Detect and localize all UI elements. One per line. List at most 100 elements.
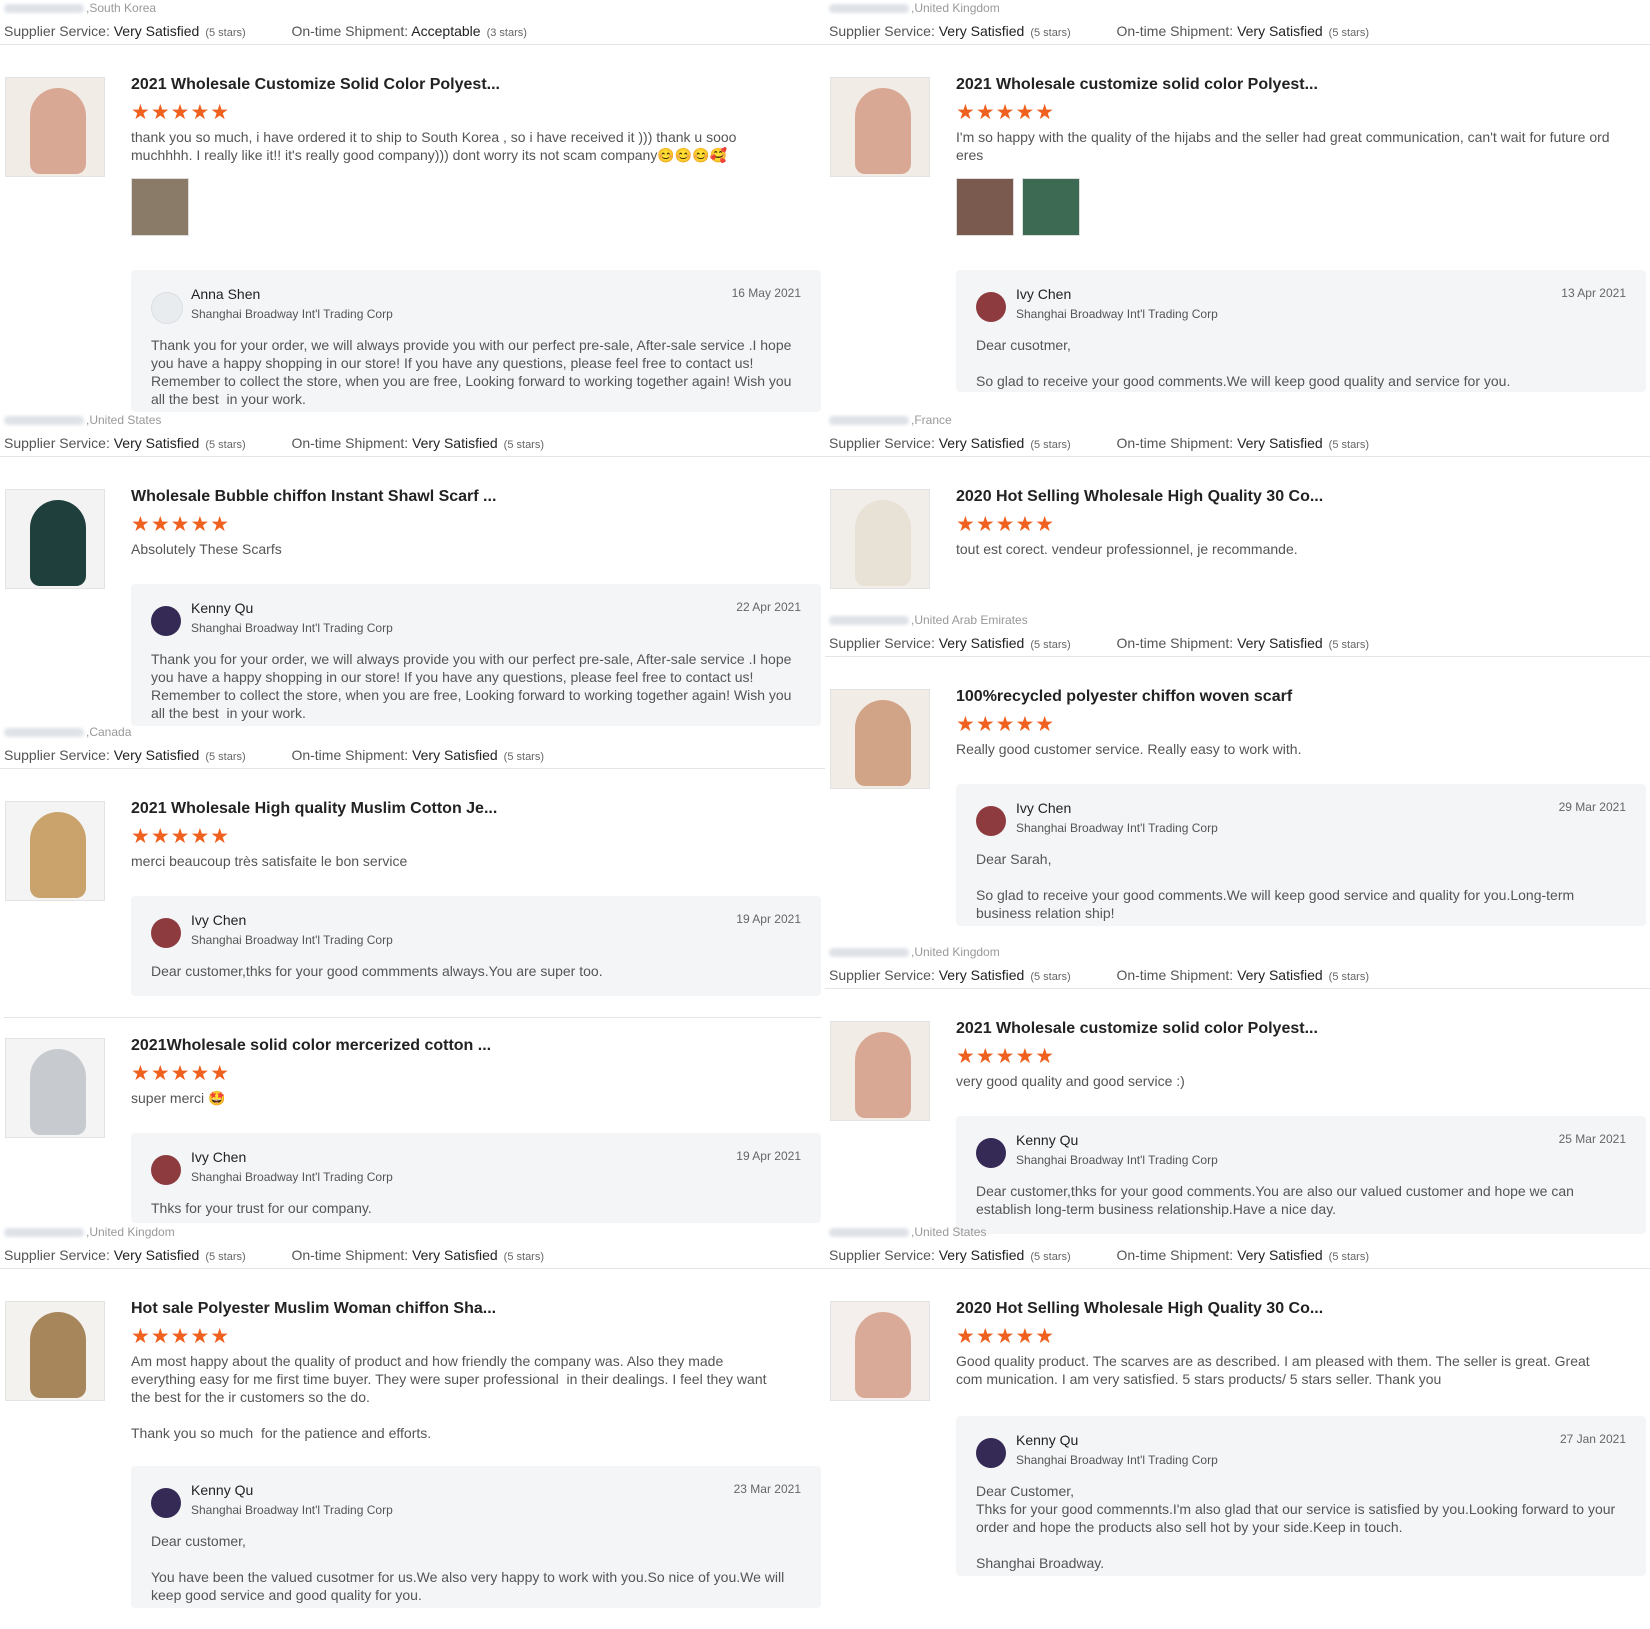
product-thumbnail[interactable] (830, 489, 930, 589)
supplier-service-rating: Very Satisfied (938, 23, 1025, 39)
product-title[interactable]: 100%recycled polyester chiffon woven sca… (956, 684, 1646, 710)
review-content: 2020 Hot Selling Wholesale High Quality … (956, 484, 1646, 558)
replier-avatar (976, 1438, 1006, 1468)
replier-name: Ivy Chen (1016, 286, 1072, 302)
supplier-service-label: Supplier Service: (829, 635, 935, 651)
reviewer-name-blurred (829, 948, 909, 958)
seller-reply: Kenny Qu Shanghai Broadway Int'l Trading… (956, 1416, 1646, 1576)
product-thumbnail[interactable] (5, 77, 105, 177)
product-title[interactable]: 2021 Wholesale Customize Solid Color Pol… (131, 72, 821, 98)
review-content: 100%recycled polyester chiffon woven sca… (956, 684, 1646, 758)
supplier-service-rating: Very Satisfied (113, 23, 200, 39)
review-card: ,United Kingdom Supplier Service: Very S… (825, 944, 1650, 1234)
review-photo[interactable] (1022, 178, 1080, 236)
review-text: Am most happy about the quality of produ… (131, 1353, 767, 1441)
reply-text: Thks for your trust for our company. (151, 1200, 372, 1216)
supplier-service-stars: (5 stars) (205, 751, 246, 763)
supplier-service-stars: (5 stars) (205, 1251, 246, 1263)
supplier-service-stars: (5 stars) (1030, 971, 1071, 983)
product-thumbnail[interactable] (830, 689, 930, 789)
review-photos (131, 178, 821, 238)
product-thumbnail[interactable] (830, 77, 930, 177)
supplier-service-label: Supplier Service: (4, 435, 110, 451)
rating-stars: ★★★★★ (956, 1045, 1056, 1068)
product-title[interactable]: 2020 Hot Selling Wholesale High Quality … (956, 484, 1646, 510)
ontime-shipment-stars: (5 stars) (503, 439, 545, 451)
review-text: Good quality product. The scarves are as… (956, 1353, 1590, 1387)
supplier-service-stars: (5 stars) (1030, 439, 1071, 451)
reviewer-meta: ,United Kingdom (0, 1224, 825, 1242)
rating-stars: ★★★★★ (131, 513, 231, 536)
ontime-shipment-label: On-time Shipment: (1116, 967, 1234, 983)
product-thumbnail[interactable] (5, 489, 105, 589)
review-photo[interactable] (131, 178, 189, 236)
review-card: ,United Arab Emirates Supplier Service: … (825, 612, 1650, 926)
ontime-shipment-rating: Very Satisfied (412, 747, 498, 763)
reviewer-name-blurred (829, 4, 909, 14)
rating-stars: ★★★★★ (131, 101, 231, 124)
product-title[interactable]: 2021Wholesale solid color mercerized cot… (131, 1033, 821, 1059)
reviewer-name-blurred (4, 1228, 84, 1238)
reviewer-country: United Kingdom (89, 1225, 175, 1239)
reviewer-meta: ,United Kingdom (825, 944, 1650, 962)
replier-avatar (151, 606, 181, 636)
replier-avatar (976, 1138, 1006, 1168)
reply-date: 16 May 2021 (731, 286, 801, 300)
reply-text: Dear customer,thks for your good commmen… (151, 963, 603, 979)
review-text: I'm so happy with the quality of the hij… (956, 129, 1610, 163)
replier-avatar (151, 1488, 181, 1518)
product-title[interactable]: 2021 Wholesale High quality Muslim Cotto… (131, 796, 821, 822)
product-thumbnail[interactable] (5, 1038, 105, 1138)
ontime-shipment-label: On-time Shipment: (291, 1247, 409, 1263)
reviewer-meta: ,Canada (0, 724, 825, 742)
replier-company: Shanghai Broadway Int'l Trading Corp (1016, 1153, 1218, 1167)
supplier-service-label: Supplier Service: (829, 967, 935, 983)
replier-name: Ivy Chen (1016, 800, 1072, 816)
ontime-shipment-rating: Acceptable (411, 23, 481, 39)
product-thumbnail[interactable] (5, 1301, 105, 1401)
review-card: ,South Korea Supplier Service: Very Sati… (0, 0, 825, 412)
seller-reply: Anna Shen Shanghai Broadway Int'l Tradin… (131, 270, 821, 412)
product-title[interactable]: Wholesale Bubble chiffon Instant Shawl S… (131, 484, 821, 510)
reply-date: 29 Mar 2021 (1558, 800, 1626, 814)
product-thumbnail[interactable] (830, 1301, 930, 1401)
product-thumbnail[interactable] (5, 801, 105, 901)
product-title[interactable]: Hot sale Polyester Muslim Woman chiffon … (131, 1296, 821, 1322)
rating-stars: ★★★★★ (956, 1325, 1056, 1348)
ontime-shipment-label: On-time Shipment: (1116, 635, 1234, 651)
product-title[interactable]: 2020 Hot Selling Wholesale High Quality … (956, 1296, 1646, 1322)
supplier-service-rating: Very Satisfied (938, 1247, 1025, 1263)
supplier-service-stars: (5 stars) (1030, 1251, 1071, 1263)
replier-name: Kenny Qu (1016, 1132, 1079, 1148)
reviewer-country: United States (914, 1225, 987, 1239)
reply-date: 22 Apr 2021 (736, 600, 801, 614)
rating-stars: ★★★★★ (956, 713, 1056, 736)
product-title[interactable]: 2021 Wholesale customize solid color Pol… (956, 1016, 1646, 1042)
replier-name: Ivy Chen (191, 1149, 247, 1165)
supplier-service-label: Supplier Service: (4, 1247, 110, 1263)
review-content: Wholesale Bubble chiffon Instant Shawl S… (131, 484, 821, 558)
rating-stars: ★★★★★ (131, 825, 231, 848)
review-content: 2021Wholesale solid color mercerized cot… (131, 1033, 821, 1107)
supplier-service-label: Supplier Service: (829, 435, 935, 451)
review-content: 2021 Wholesale customize solid color Pol… (956, 72, 1646, 238)
reply-date: 23 Mar 2021 (733, 1482, 801, 1496)
product-title[interactable]: 2021 Wholesale customize solid color Pol… (956, 72, 1646, 98)
supplier-service-rating: Very Satisfied (113, 435, 200, 451)
reply-date: 19 Apr 2021 (736, 912, 801, 926)
product-thumbnail[interactable] (830, 1021, 930, 1121)
reviewer-meta: ,South Korea (0, 0, 825, 18)
seller-reply: Kenny Qu Shanghai Broadway Int'l Trading… (131, 1466, 821, 1608)
order-ratings: Supplier Service: Very Satisfied (5 stars… (825, 430, 1650, 457)
order-ratings: Supplier Service: Very Satisfied (5 stars… (825, 1242, 1650, 1269)
review-photo[interactable] (956, 178, 1014, 236)
review-text: thank you so much, i have ordered it to … (131, 129, 737, 163)
review-content: 2021 Wholesale High quality Muslim Cotto… (131, 796, 821, 870)
replier-company: Shanghai Broadway Int'l Trading Corp (191, 1170, 393, 1184)
order-ratings: Supplier Service: Very Satisfied (5 stars… (825, 630, 1650, 657)
ontime-shipment-rating: Very Satisfied (1237, 23, 1323, 39)
review-text: super merci 🤩 (131, 1090, 226, 1106)
ontime-shipment-rating: Very Satisfied (412, 1247, 498, 1263)
reviewer-name-blurred (829, 1228, 909, 1238)
seller-reply: Ivy Chen Shanghai Broadway Int'l Trading… (956, 784, 1646, 926)
